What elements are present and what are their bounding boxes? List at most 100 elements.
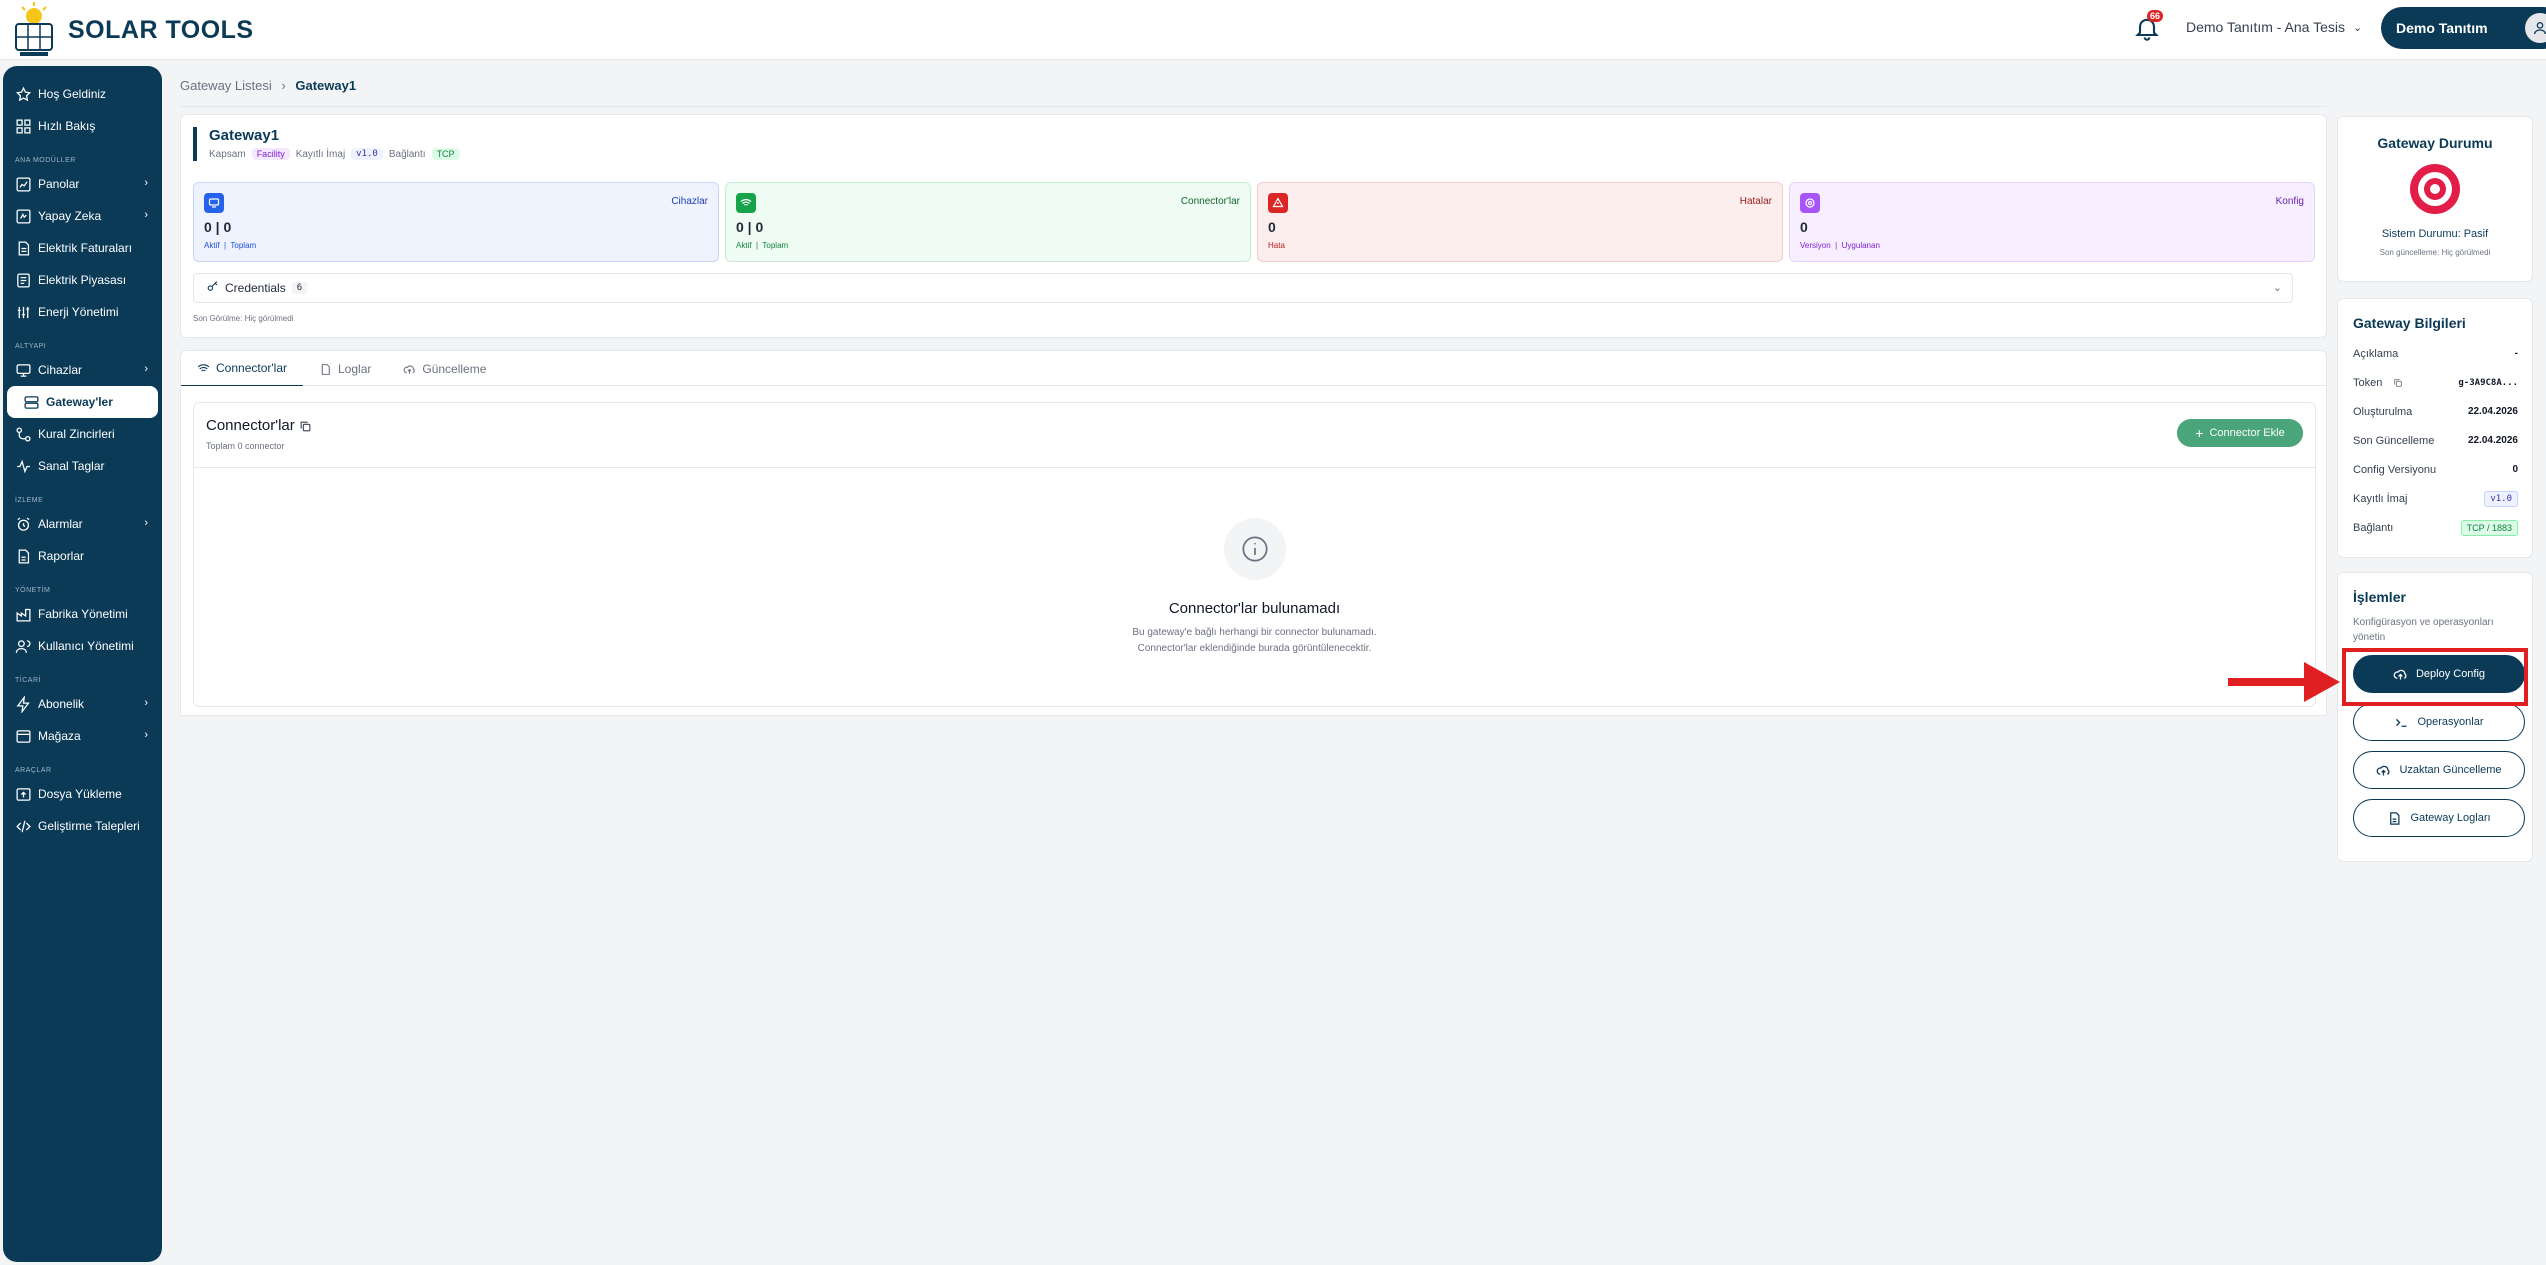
operations-button[interactable]: Operasyonlar [2353,703,2525,741]
info-key: Kayıtlı İmaj [2353,492,2408,505]
connectors-card: Connector'lar Toplam 0 connector + Conne… [193,402,2316,707]
add-connector-button[interactable]: + Connector Ekle [2177,419,2303,447]
scope-label: Kapsam [209,148,246,160]
sidebar-item-label: Hoş Geldiniz [38,87,107,101]
gateway-meta: Kapsam Facility Kayıtlı İmaj v1.0 Bağlan… [209,148,460,160]
user-menu-button[interactable]: Demo Tanıtım [2381,7,2546,49]
stat-card-devices[interactable]: Cihazlar 0 | 0 Aktif | Toplam [193,182,719,262]
sidebar-item-rule-chains[interactable]: Kural Zincirleri [3,418,162,450]
chevron-right-icon: › [144,209,148,221]
status-title: Gateway Durumu [2377,135,2493,151]
sidebar-section-title: ARAÇLAR [15,767,52,774]
invoice-icon [18,240,30,256]
rule-chain-icon [16,426,31,442]
conn-label: Bağlantı [388,148,426,160]
ai-icon [16,208,31,224]
sidebar-item-label: Yapay Zeka [38,209,102,223]
stat-card-connectors[interactable]: Connector'lar 0 | 0 Aktif | Toplam [725,182,1251,262]
tab-updates[interactable]: Güncelleme [387,351,502,387]
sidebar-item-label: Cihazlar [38,363,83,377]
sidebar-item-subscription[interactable]: Abonelik › [3,688,162,720]
key-icon [206,280,219,296]
chevron-right-icon: › [144,363,148,375]
copy-icon[interactable] [2393,378,2403,388]
sidebar-item-overview[interactable]: Hızlı Bakış [3,110,162,142]
sidebar-item-dev-requests[interactable]: Geliştirme Talepleri [3,810,162,842]
chevron-down-icon: ⌄ [2272,282,2282,294]
stat-sub: Aktif | Toplam [204,241,257,250]
stat-value: 0 | 0 [204,219,232,235]
sidebar-item-users[interactable]: Kullanıcı Yönetimi [3,630,162,662]
sidebar-item-factory[interactable]: Fabrika Yönetimi [3,598,162,630]
sidebar-item-welcome[interactable]: Hoş Geldiniz [3,78,162,110]
sidebar-item-label: Geliştirme Talepleri [38,819,140,833]
chevron-right-icon: › [281,78,286,93]
stat-card-config[interactable]: Konfig 0 Versiyon | Uygulanan [1789,182,2315,262]
sidebar-item-store[interactable]: Mağaza › [3,720,162,752]
arrow-icon [2228,662,2340,702]
wifi-icon [197,363,210,371]
stat-label: Connector'lar [1180,196,1240,207]
report-icon [18,548,30,564]
info-icon [1223,518,1286,580]
sidebar-item-energy[interactable]: Enerji Yönetimi [3,296,162,328]
stat-sub-2: Toplam [762,241,789,250]
code-icon [16,820,31,832]
facility-select[interactable]: Demo Tanıtım - Ana Tesis ⌄ [2186,19,2362,35]
app-logo[interactable]: SOLAR TOOLS [12,2,254,58]
credentials-accordion[interactable]: Credentials 6 ⌄ [193,273,2293,303]
sidebar-item-devices[interactable]: Cihazlar › [3,354,162,386]
sidebar-item-label: Elektrik Faturaları [38,241,133,255]
stat-sub-2: Uygulanan [1841,241,1880,250]
sidebar-item-label: Alarmlar [38,517,83,531]
ops-title: İşlemler [2353,589,2406,605]
remote-update-label: Uzaktan Güncelleme [2399,764,2502,776]
sidebar-item-panels[interactable]: Panolar › [3,168,162,200]
credentials-label: Credentials [225,281,286,295]
sidebar-section-title: TİCARİ [15,677,41,684]
user-avatar-icon [2525,13,2546,43]
breadcrumb-current: Gateway1 [295,78,357,93]
operations-card: İşlemler Konfigürasyon ve operasyonları … [2337,572,2533,862]
info-value: v1.0 [2484,490,2518,507]
top-bar: SOLAR TOOLS 66 Demo Tanıtım - Ana Tesis … [0,0,2546,60]
file-icon [321,363,330,375]
credentials-count: 6 [291,282,308,294]
sidebar-item-bills[interactable]: Elektrik Faturaları [3,232,162,264]
image-label: Kayıtlı İmaj [295,148,346,160]
copy-icon[interactable] [299,420,312,433]
sidebar-item-gateways[interactable]: Gateway'ler [7,386,158,418]
sidebar-item-reports[interactable]: Raporlar [3,540,162,572]
wifi-icon [736,193,756,213]
plus-icon: + [2195,425,2204,441]
star-icon [15,86,32,101]
sidebar-item-label: Elektrik Piyasası [38,273,127,287]
stat-sub-1: Hata [1268,241,1285,250]
remote-update-button[interactable]: Uzaktan Güncelleme [2353,751,2525,789]
sidebar-item-market[interactable]: Elektrik Piyasası [3,264,162,296]
sidebar-item-virtual-tags[interactable]: Sanal Taglar [3,450,162,482]
breadcrumb-parent[interactable]: Gateway Listesi [180,78,272,93]
users-icon [15,639,31,653]
info-key: Oluşturulma [2353,405,2413,418]
sidebar-item-label: Mağaza [38,729,81,743]
gateway-logs-button[interactable]: Gateway Logları [2353,799,2525,837]
stat-card-errors[interactable]: Hatalar 0 Hata [1257,182,1783,262]
tab-logs[interactable]: Loglar [303,351,387,387]
last-seen-text: Son Görülme: Hiç görülmedi [193,314,294,323]
info-row-updated: Son Güncelleme 22.04.2026 [2353,426,2518,455]
sidebar-item-alarms[interactable]: Alarmlar › [3,508,162,540]
gateway-info-card: Gateway Bilgileri Açıklama - Token g-3A9C… [2337,298,2533,558]
sidebar-item-label: Sanal Taglar [38,459,105,473]
sidebar-item-label: Panolar [38,177,80,191]
breadcrumb-divider [180,106,2327,107]
stat-value: 0 [1268,219,1276,235]
sidebar-item-file-upload[interactable]: Dosya Yükleme [3,778,162,810]
connectors-subtitle: Toplam 0 connector [206,441,285,451]
gateway-name: Gateway1 [209,127,280,144]
tab-connectors[interactable]: Connector'lar [181,351,303,387]
stat-sub: Aktif | Toplam [736,241,789,250]
stat-sub-1: Versiyon [1800,241,1831,250]
sidebar-item-ai[interactable]: Yapay Zeka › [3,200,162,232]
target-status-icon [2410,164,2460,214]
